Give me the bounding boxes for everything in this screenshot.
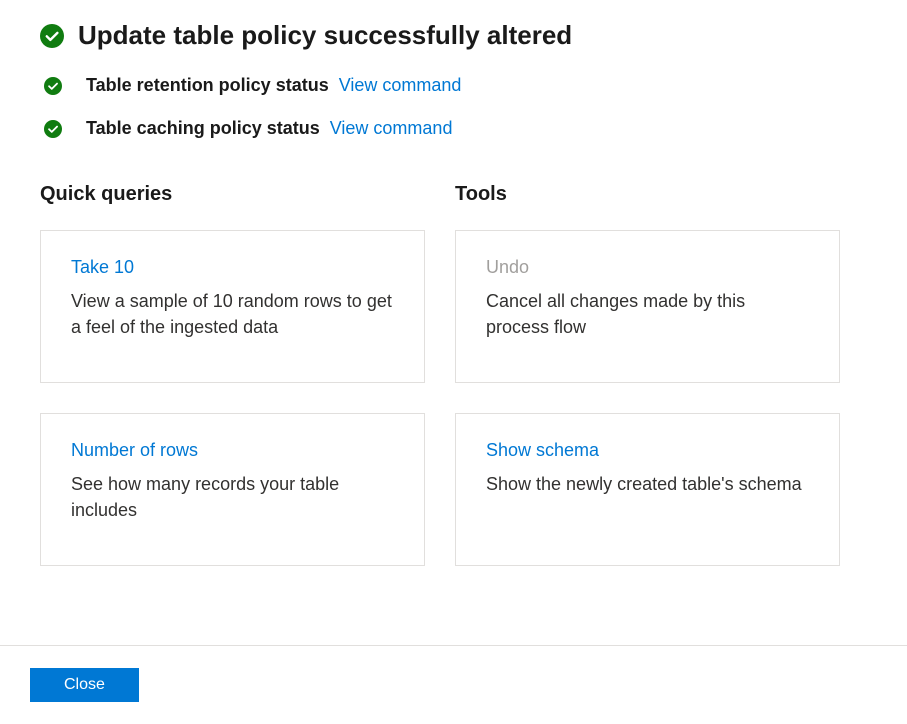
card-desc: View a sample of 10 random rows to get a… — [71, 288, 394, 340]
quick-queries-heading: Quick queries — [40, 183, 425, 206]
page-title: Update table policy successfully altered — [78, 20, 572, 51]
card-show-schema[interactable]: Show schema Show the newly created table… — [455, 413, 840, 566]
status-caching-label: Table caching policy status — [86, 118, 320, 139]
card-title-take-10[interactable]: Take 10 — [71, 257, 134, 278]
card-number-of-rows[interactable]: Number of rows See how many records your… — [40, 413, 425, 566]
dialog-footer: Close — [0, 645, 907, 724]
tools-heading: Tools — [455, 183, 840, 206]
success-check-icon — [44, 77, 62, 95]
card-title-number-of-rows[interactable]: Number of rows — [71, 440, 198, 461]
view-command-link-caching[interactable]: View command — [330, 118, 453, 139]
card-title-show-schema[interactable]: Show schema — [486, 440, 599, 461]
card-undo: Undo Cancel all changes made by this pro… — [455, 230, 840, 383]
card-desc: Show the newly created table's schema — [486, 471, 809, 497]
card-desc: See how many records your table includes — [71, 471, 394, 523]
status-retention-label: Table retention policy status — [86, 75, 329, 96]
card-title-undo: Undo — [486, 257, 529, 278]
success-check-icon — [40, 24, 64, 48]
card-take-10[interactable]: Take 10 View a sample of 10 random rows … — [40, 230, 425, 383]
success-check-icon — [44, 120, 62, 138]
close-button[interactable]: Close — [30, 668, 139, 702]
card-desc: Cancel all changes made by this process … — [486, 288, 809, 340]
quick-queries-column: Quick queries Take 10 View a sample of 1… — [40, 183, 425, 596]
view-command-link-retention[interactable]: View command — [339, 75, 462, 96]
tools-column: Tools Undo Cancel all changes made by th… — [455, 183, 840, 596]
